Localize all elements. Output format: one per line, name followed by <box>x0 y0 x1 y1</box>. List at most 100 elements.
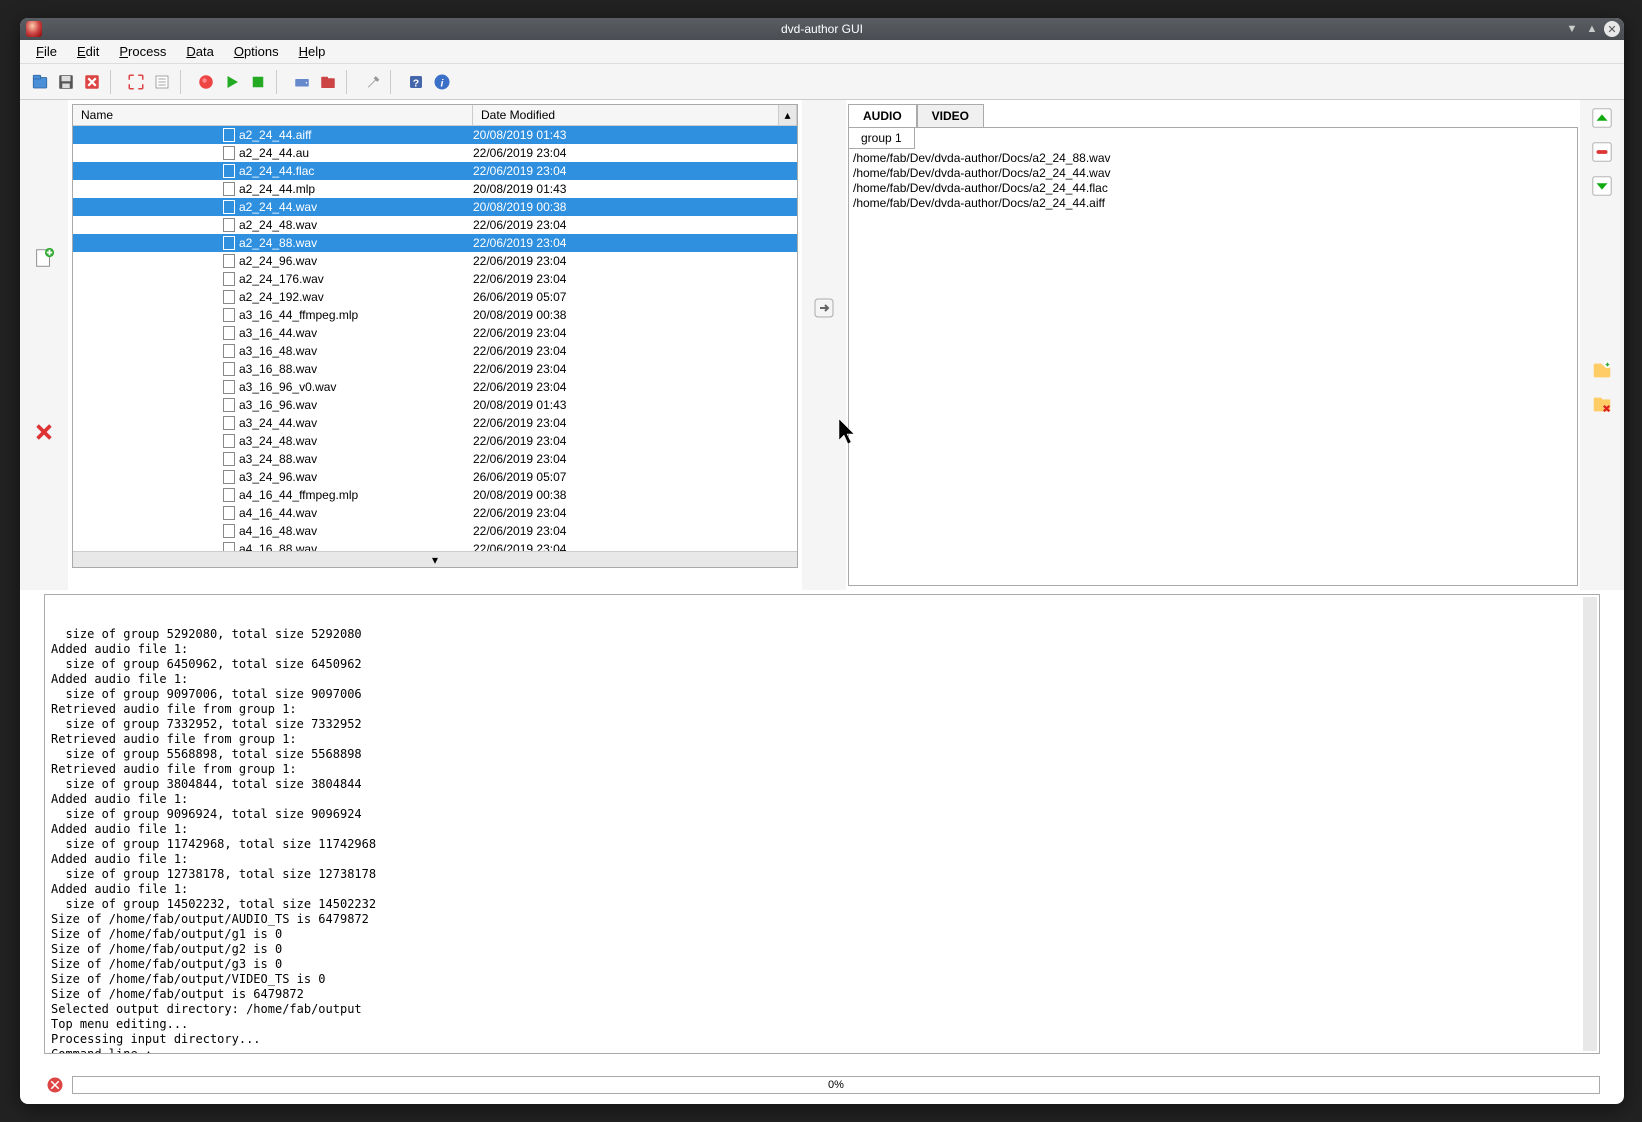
new-folder-button[interactable] <box>1590 358 1614 382</box>
menu-help[interactable]: Help <box>291 42 334 61</box>
file-icon <box>223 236 235 250</box>
file-row[interactable]: a2_24_192.wav26/06/2019 05:07 <box>73 288 797 306</box>
file-row[interactable]: a4_16_44.wav22/06/2019 23:04 <box>73 504 797 522</box>
scrollbar[interactable] <box>1583 597 1597 1051</box>
file-row[interactable]: a3_16_96_v0.wav22/06/2019 23:04 <box>73 378 797 396</box>
settings-button[interactable] <box>360 70 384 94</box>
scroll-down-button[interactable]: ▾ <box>73 551 797 567</box>
file-date: 22/06/2019 23:04 <box>473 216 797 234</box>
delete-folder-button[interactable] <box>1590 392 1614 416</box>
file-list[interactable]: a2_24_44.aiff20/08/2019 01:43a2_24_44.au… <box>73 126 797 551</box>
file-name: a4_16_48.wav <box>239 522 317 540</box>
file-icon <box>223 128 235 142</box>
drive-button[interactable] <box>290 70 314 94</box>
close-button[interactable]: ✕ <box>1604 21 1620 37</box>
menu-edit[interactable]: Edit <box>69 42 107 61</box>
file-row[interactable]: a3_24_44.wav22/06/2019 23:04 <box>73 414 797 432</box>
maximize-button[interactable]: ▲ <box>1584 21 1600 37</box>
file-name: a3_16_48.wav <box>239 342 317 360</box>
tab-video[interactable]: VIDEO <box>917 104 984 127</box>
group-list[interactable]: /home/fab/Dev/dvda-author/Docs/a2_24_88.… <box>849 149 1577 585</box>
file-icon <box>223 344 235 358</box>
file-icon <box>223 524 235 538</box>
file-date: 22/06/2019 23:04 <box>473 360 797 378</box>
file-row[interactable]: a2_24_44.mlp20/08/2019 01:43 <box>73 180 797 198</box>
header-date[interactable]: Date Modified <box>473 105 779 125</box>
file-name: a3_24_96.wav <box>239 468 317 486</box>
open-button[interactable] <box>28 70 52 94</box>
file-row[interactable]: a3_16_96.wav20/08/2019 01:43 <box>73 396 797 414</box>
minimize-button[interactable]: ▼ <box>1564 21 1580 37</box>
add-file-button[interactable] <box>32 246 56 270</box>
app-window: dvd-author GUI ▼ ▲ ✕ File Edit Process D… <box>20 18 1624 1104</box>
file-row[interactable]: a3_24_88.wav22/06/2019 23:04 <box>73 450 797 468</box>
group-tab[interactable]: group 1 <box>849 128 915 149</box>
help-button[interactable]: ? <box>404 70 428 94</box>
file-name: a2_24_192.wav <box>239 288 324 306</box>
menu-options[interactable]: Options <box>226 42 287 61</box>
folder-button[interactable] <box>316 70 340 94</box>
menu-data[interactable]: Data <box>178 42 221 61</box>
add-to-group-button[interactable] <box>812 296 836 320</box>
file-row[interactable]: a3_16_48.wav22/06/2019 23:04 <box>73 342 797 360</box>
file-row[interactable]: a4_16_48.wav22/06/2019 23:04 <box>73 522 797 540</box>
file-row[interactable]: a3_24_48.wav22/06/2019 23:04 <box>73 432 797 450</box>
save-button[interactable] <box>54 70 78 94</box>
file-icon <box>223 200 235 214</box>
file-date: 22/06/2019 23:04 <box>473 378 797 396</box>
file-row[interactable]: a2_24_176.wav22/06/2019 23:04 <box>73 270 797 288</box>
file-date: 20/08/2019 00:38 <box>473 486 797 504</box>
play-button[interactable] <box>220 70 244 94</box>
info-button[interactable]: i <box>430 70 454 94</box>
status-cancel-button[interactable] <box>44 1074 66 1096</box>
file-row[interactable]: a2_24_48.wav22/06/2019 23:04 <box>73 216 797 234</box>
group-item[interactable]: /home/fab/Dev/dvda-author/Docs/a2_24_44.… <box>853 181 1573 196</box>
file-row[interactable]: a2_24_96.wav22/06/2019 23:04 <box>73 252 797 270</box>
group-item[interactable]: /home/fab/Dev/dvda-author/Docs/a2_24_44.… <box>853 166 1573 181</box>
file-date: 22/06/2019 23:04 <box>473 144 797 162</box>
file-date: 20/08/2019 00:38 <box>473 198 797 216</box>
file-icon <box>223 326 235 340</box>
move-down-button[interactable] <box>1590 174 1614 198</box>
menu-file[interactable]: File <box>28 42 65 61</box>
file-row[interactable]: a2_24_44.wav20/08/2019 00:38 <box>73 198 797 216</box>
file-icon <box>223 488 235 502</box>
log-pane[interactable]: size of group 5292080, total size 529208… <box>44 594 1600 1054</box>
file-date: 20/08/2019 01:43 <box>473 396 797 414</box>
file-icon <box>223 272 235 286</box>
file-icon <box>223 506 235 520</box>
file-row[interactable]: a3_16_44_ffmpeg.mlp20/08/2019 00:38 <box>73 306 797 324</box>
close-file-button[interactable] <box>80 70 104 94</box>
file-row[interactable]: a4_16_44_ffmpeg.mlp20/08/2019 00:38 <box>73 486 797 504</box>
menu-bar: File Edit Process Data Options Help <box>20 40 1624 64</box>
svg-text:?: ? <box>413 77 419 89</box>
list-button[interactable] <box>150 70 174 94</box>
move-up-button[interactable] <box>1590 106 1614 130</box>
file-row[interactable]: a2_24_88.wav22/06/2019 23:04 <box>73 234 797 252</box>
file-row[interactable]: a4_16_88.wav22/06/2019 23:04 <box>73 540 797 551</box>
file-icon <box>223 434 235 448</box>
title-bar: dvd-author GUI ▼ ▲ ✕ <box>20 18 1624 40</box>
right-panel: AUDIO VIDEO group 1 /home/fab/Dev/dvda-a… <box>848 104 1578 586</box>
remove-button[interactable] <box>1590 140 1614 164</box>
tab-audio[interactable]: AUDIO <box>848 104 917 127</box>
file-icon <box>223 164 235 178</box>
group-item[interactable]: /home/fab/Dev/dvda-author/Docs/a2_24_88.… <box>853 151 1573 166</box>
stop-button[interactable] <box>246 70 270 94</box>
record-button[interactable] <box>194 70 218 94</box>
file-row[interactable]: a2_24_44.aiff20/08/2019 01:43 <box>73 126 797 144</box>
group-item[interactable]: /home/fab/Dev/dvda-author/Docs/a2_24_44.… <box>853 196 1573 211</box>
remove-file-button[interactable] <box>32 420 56 444</box>
header-name[interactable]: Name <box>73 105 473 125</box>
file-row[interactable]: a2_24_44.flac22/06/2019 23:04 <box>73 162 797 180</box>
file-row[interactable]: a3_24_96.wav26/06/2019 05:07 <box>73 468 797 486</box>
window-title: dvd-author GUI <box>781 22 863 36</box>
expand-button[interactable] <box>124 70 148 94</box>
menu-process[interactable]: Process <box>111 42 174 61</box>
file-row[interactable]: a2_24_44.au22/06/2019 23:04 <box>73 144 797 162</box>
file-row[interactable]: a3_16_44.wav22/06/2019 23:04 <box>73 324 797 342</box>
file-row[interactable]: a3_16_88.wav22/06/2019 23:04 <box>73 360 797 378</box>
file-date: 22/06/2019 23:04 <box>473 504 797 522</box>
scroll-up-button[interactable]: ▴ <box>779 105 797 125</box>
file-icon <box>223 380 235 394</box>
